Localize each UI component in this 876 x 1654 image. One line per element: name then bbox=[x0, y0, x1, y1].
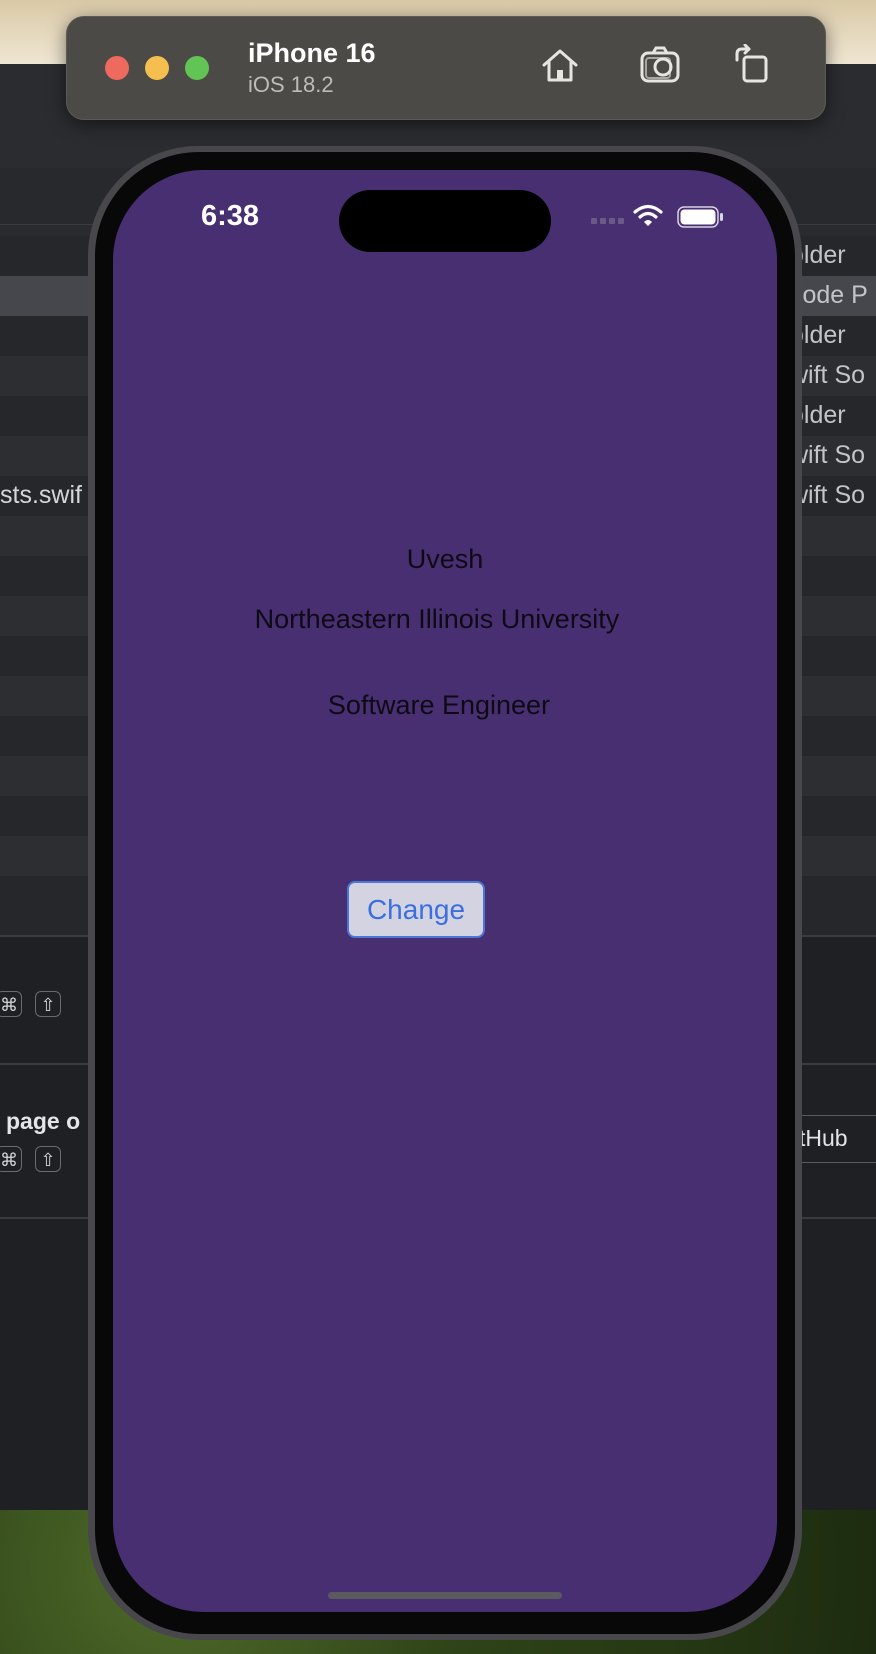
screenshot-icon[interactable] bbox=[639, 44, 681, 86]
university-label: Northeastern Illinois University bbox=[254, 604, 620, 634]
dynamic-island bbox=[339, 190, 551, 252]
change-button[interactable]: Change bbox=[347, 881, 485, 938]
command-key-icon: ⌘ bbox=[0, 991, 22, 1017]
battery-icon bbox=[677, 206, 723, 228]
simulator-title-bar[interactable] bbox=[66, 16, 826, 120]
name-label: Uvesh bbox=[406, 544, 484, 574]
status-time: 6:38 bbox=[201, 200, 260, 232]
cellular-signal-icon bbox=[591, 218, 624, 224]
tip-text: page o bbox=[6, 1108, 81, 1134]
home-icon[interactable] bbox=[539, 44, 581, 86]
rotate-icon[interactable] bbox=[731, 44, 773, 86]
wifi-icon bbox=[633, 204, 663, 226]
command-key-icon: ⌘ bbox=[0, 1146, 22, 1172]
job-title-label: Software Engineer bbox=[327, 690, 551, 720]
os-version: iOS 18.2 bbox=[248, 72, 334, 97]
minimize-window-button[interactable] bbox=[145, 56, 169, 80]
device-name: iPhone 16 bbox=[248, 38, 376, 68]
zoom-window-button[interactable] bbox=[185, 56, 209, 80]
phone-screen: 6:38 Uvesh Northeastern Illinois Univers… bbox=[113, 170, 777, 1612]
close-window-button[interactable] bbox=[105, 56, 129, 80]
shift-key-icon: ⇧ bbox=[35, 991, 61, 1017]
home-indicator[interactable] bbox=[328, 1592, 562, 1599]
shift-key-icon: ⇧ bbox=[35, 1146, 61, 1172]
file-name: sts.swif bbox=[0, 481, 82, 509]
github-button[interactable]: tHub bbox=[790, 1115, 876, 1163]
